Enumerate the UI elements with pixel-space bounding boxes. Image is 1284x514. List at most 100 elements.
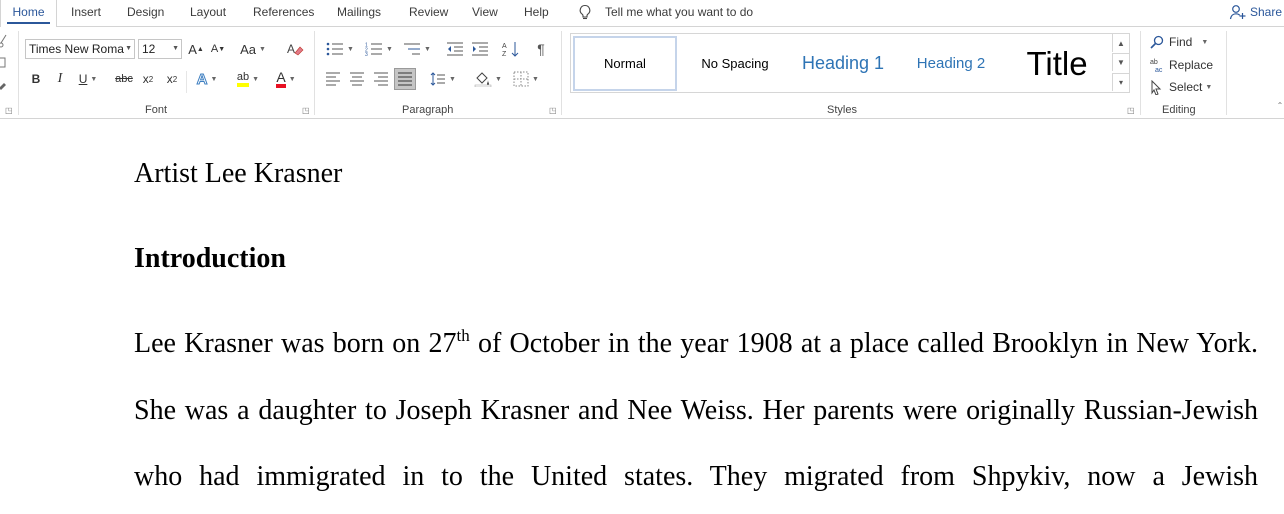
clear-formatting-button[interactable]: A <box>284 39 306 59</box>
italic-button[interactable]: I <box>51 69 69 89</box>
text-effects-label: A <box>196 70 208 88</box>
chevron-down-icon: ▼ <box>210 75 218 83</box>
increase-indent-icon <box>472 42 488 56</box>
svg-text:Z: Z <box>502 51 507 57</box>
line-spacing-button[interactable]: ▼ <box>427 69 459 89</box>
bullets-icon <box>326 42 344 56</box>
styles-launcher-icon[interactable]: ◳ <box>1127 107 1135 115</box>
strikethrough-button[interactable]: abc <box>113 69 135 89</box>
replace-button[interactable]: ab ac Replace <box>1150 55 1213 75</box>
add-person-icon <box>1229 5 1246 20</box>
borders-button[interactable]: ▼ <box>510 69 542 89</box>
align-center-icon <box>350 72 364 86</box>
svg-text:ab: ab <box>1150 59 1158 66</box>
line-segment: of October in the year 1908 at a place c… <box>469 328 1258 359</box>
font-name-combo[interactable]: Times New Roma ▼ <box>25 39 135 59</box>
borders-icon <box>513 71 529 87</box>
gallery-scroll-down-icon[interactable]: ▼ <box>1112 53 1129 71</box>
justify-icon <box>398 72 412 86</box>
document-page[interactable]: Artist Lee Krasner Introduction Lee Kras… <box>0 120 1284 514</box>
tab-insert[interactable]: Insert <box>65 0 107 27</box>
paragraph-launcher-icon[interactable]: ◳ <box>549 107 557 115</box>
section-heading: Introduction <box>134 243 286 274</box>
tab-design[interactable]: Design <box>121 0 170 27</box>
superscript-button[interactable]: x2 <box>163 69 181 89</box>
sort-button[interactable]: AZ <box>501 39 521 59</box>
subscript-mark: 2 <box>148 74 154 84</box>
font-launcher-icon[interactable]: ◳ <box>302 107 310 115</box>
chevron-down-icon: ▼ <box>449 75 456 83</box>
decrease-indent-button[interactable] <box>445 39 465 59</box>
group-separator <box>314 31 315 115</box>
shading-button[interactable]: ▼ <box>472 69 504 89</box>
ribbon-home: ◳ Times New Roma ▼ 12 ▼ A ▲ A ▼ Aa ▼ A B I … <box>0 27 1284 119</box>
svg-text:ac: ac <box>1155 67 1163 73</box>
justify-button[interactable] <box>394 68 416 90</box>
group-separator <box>1140 31 1141 115</box>
select-button[interactable]: Select ▼ <box>1150 77 1212 97</box>
down-arrow-icon: ▼ <box>218 45 226 53</box>
bold-button[interactable]: B <box>27 69 45 89</box>
tab-references[interactable]: References <box>247 0 320 27</box>
ordinal-superscript: th <box>456 326 470 345</box>
sort-icon: AZ <box>502 42 519 57</box>
increase-indent-button[interactable] <box>470 39 490 59</box>
highlight-label: ab <box>236 71 250 87</box>
shrink-font-button[interactable]: A ▼ <box>209 39 227 59</box>
style-heading-2[interactable]: Heading 2 <box>899 36 1003 91</box>
subscript-button[interactable]: x2 <box>139 69 157 89</box>
tab-home[interactable]: Home <box>0 0 57 28</box>
copy-icon[interactable] <box>0 53 8 73</box>
tab-layout[interactable]: Layout <box>184 0 232 27</box>
decrease-indent-icon <box>447 42 463 56</box>
tab-view[interactable]: View <box>466 0 504 27</box>
text-effects-button[interactable]: A ▼ <box>193 69 221 89</box>
chevron-down-icon: ▼ <box>347 45 354 53</box>
chevron-down-icon: ▼ <box>1201 38 1209 46</box>
align-left-button[interactable] <box>323 69 343 89</box>
clipboard-launcher-icon[interactable]: ◳ <box>5 107 13 115</box>
find-button[interactable]: Find ▼ <box>1150 32 1208 52</box>
chevron-down-icon: ▼ <box>495 75 502 83</box>
search-icon <box>1150 35 1164 49</box>
underline-button[interactable]: U ▼ <box>74 69 102 89</box>
tab-mailings[interactable]: Mailings <box>331 0 387 27</box>
change-case-button[interactable]: Aa ▼ <box>238 39 268 59</box>
styles-group-label: Styles <box>827 104 857 116</box>
chevron-down-icon: ▼ <box>258 45 266 53</box>
find-label: Find <box>1169 35 1193 49</box>
svg-text:A: A <box>287 42 295 56</box>
font-size-combo[interactable]: 12 ▼ <box>138 39 182 59</box>
svg-text:3: 3 <box>365 52 368 56</box>
collapse-ribbon-icon[interactable]: ⌃ <box>1276 95 1284 115</box>
style-no-spacing[interactable]: No Spacing <box>683 36 787 91</box>
style-normal[interactable]: Normal <box>573 36 677 91</box>
style-heading-1[interactable]: Heading 1 <box>791 36 895 91</box>
align-right-button[interactable] <box>371 69 391 89</box>
numbering-button[interactable]: 1 2 3 ▼ <box>362 39 396 59</box>
gallery-scroll-up-icon[interactable]: ▲ <box>1112 34 1129 52</box>
multilevel-list-icon <box>404 43 421 55</box>
style-title[interactable]: Title <box>1005 36 1109 91</box>
up-arrow-icon: ▲ <box>196 45 204 53</box>
font-color-button[interactable]: A ▼ <box>270 69 302 89</box>
cut-icon[interactable] <box>0 31 8 51</box>
grow-font-button[interactable]: A ▲ <box>187 39 205 59</box>
highlight-button[interactable]: ab ▼ <box>230 69 266 89</box>
tab-help[interactable]: Help <box>518 0 555 27</box>
multilevel-list-button[interactable]: ▼ <box>400 39 434 59</box>
format-painter-icon[interactable] <box>0 75 8 95</box>
align-center-button[interactable] <box>347 69 367 89</box>
chevron-down-icon: ▼ <box>424 45 431 53</box>
show-marks-icon[interactable]: ¶ <box>532 39 550 59</box>
cursor-icon <box>1151 79 1162 95</box>
font-group-label: Font <box>145 104 168 116</box>
gallery-more-icon[interactable]: ▾ <box>1112 73 1129 91</box>
chevron-down-icon: ▼ <box>532 75 539 83</box>
body-line: Lee Krasner was born on 27th of October … <box>134 326 1258 360</box>
bullets-button[interactable]: ▼ <box>323 39 357 59</box>
divider <box>186 71 187 93</box>
chevron-down-icon: ▼ <box>90 75 98 83</box>
tab-review[interactable]: Review <box>403 0 454 27</box>
line-spacing-icon <box>430 72 446 86</box>
